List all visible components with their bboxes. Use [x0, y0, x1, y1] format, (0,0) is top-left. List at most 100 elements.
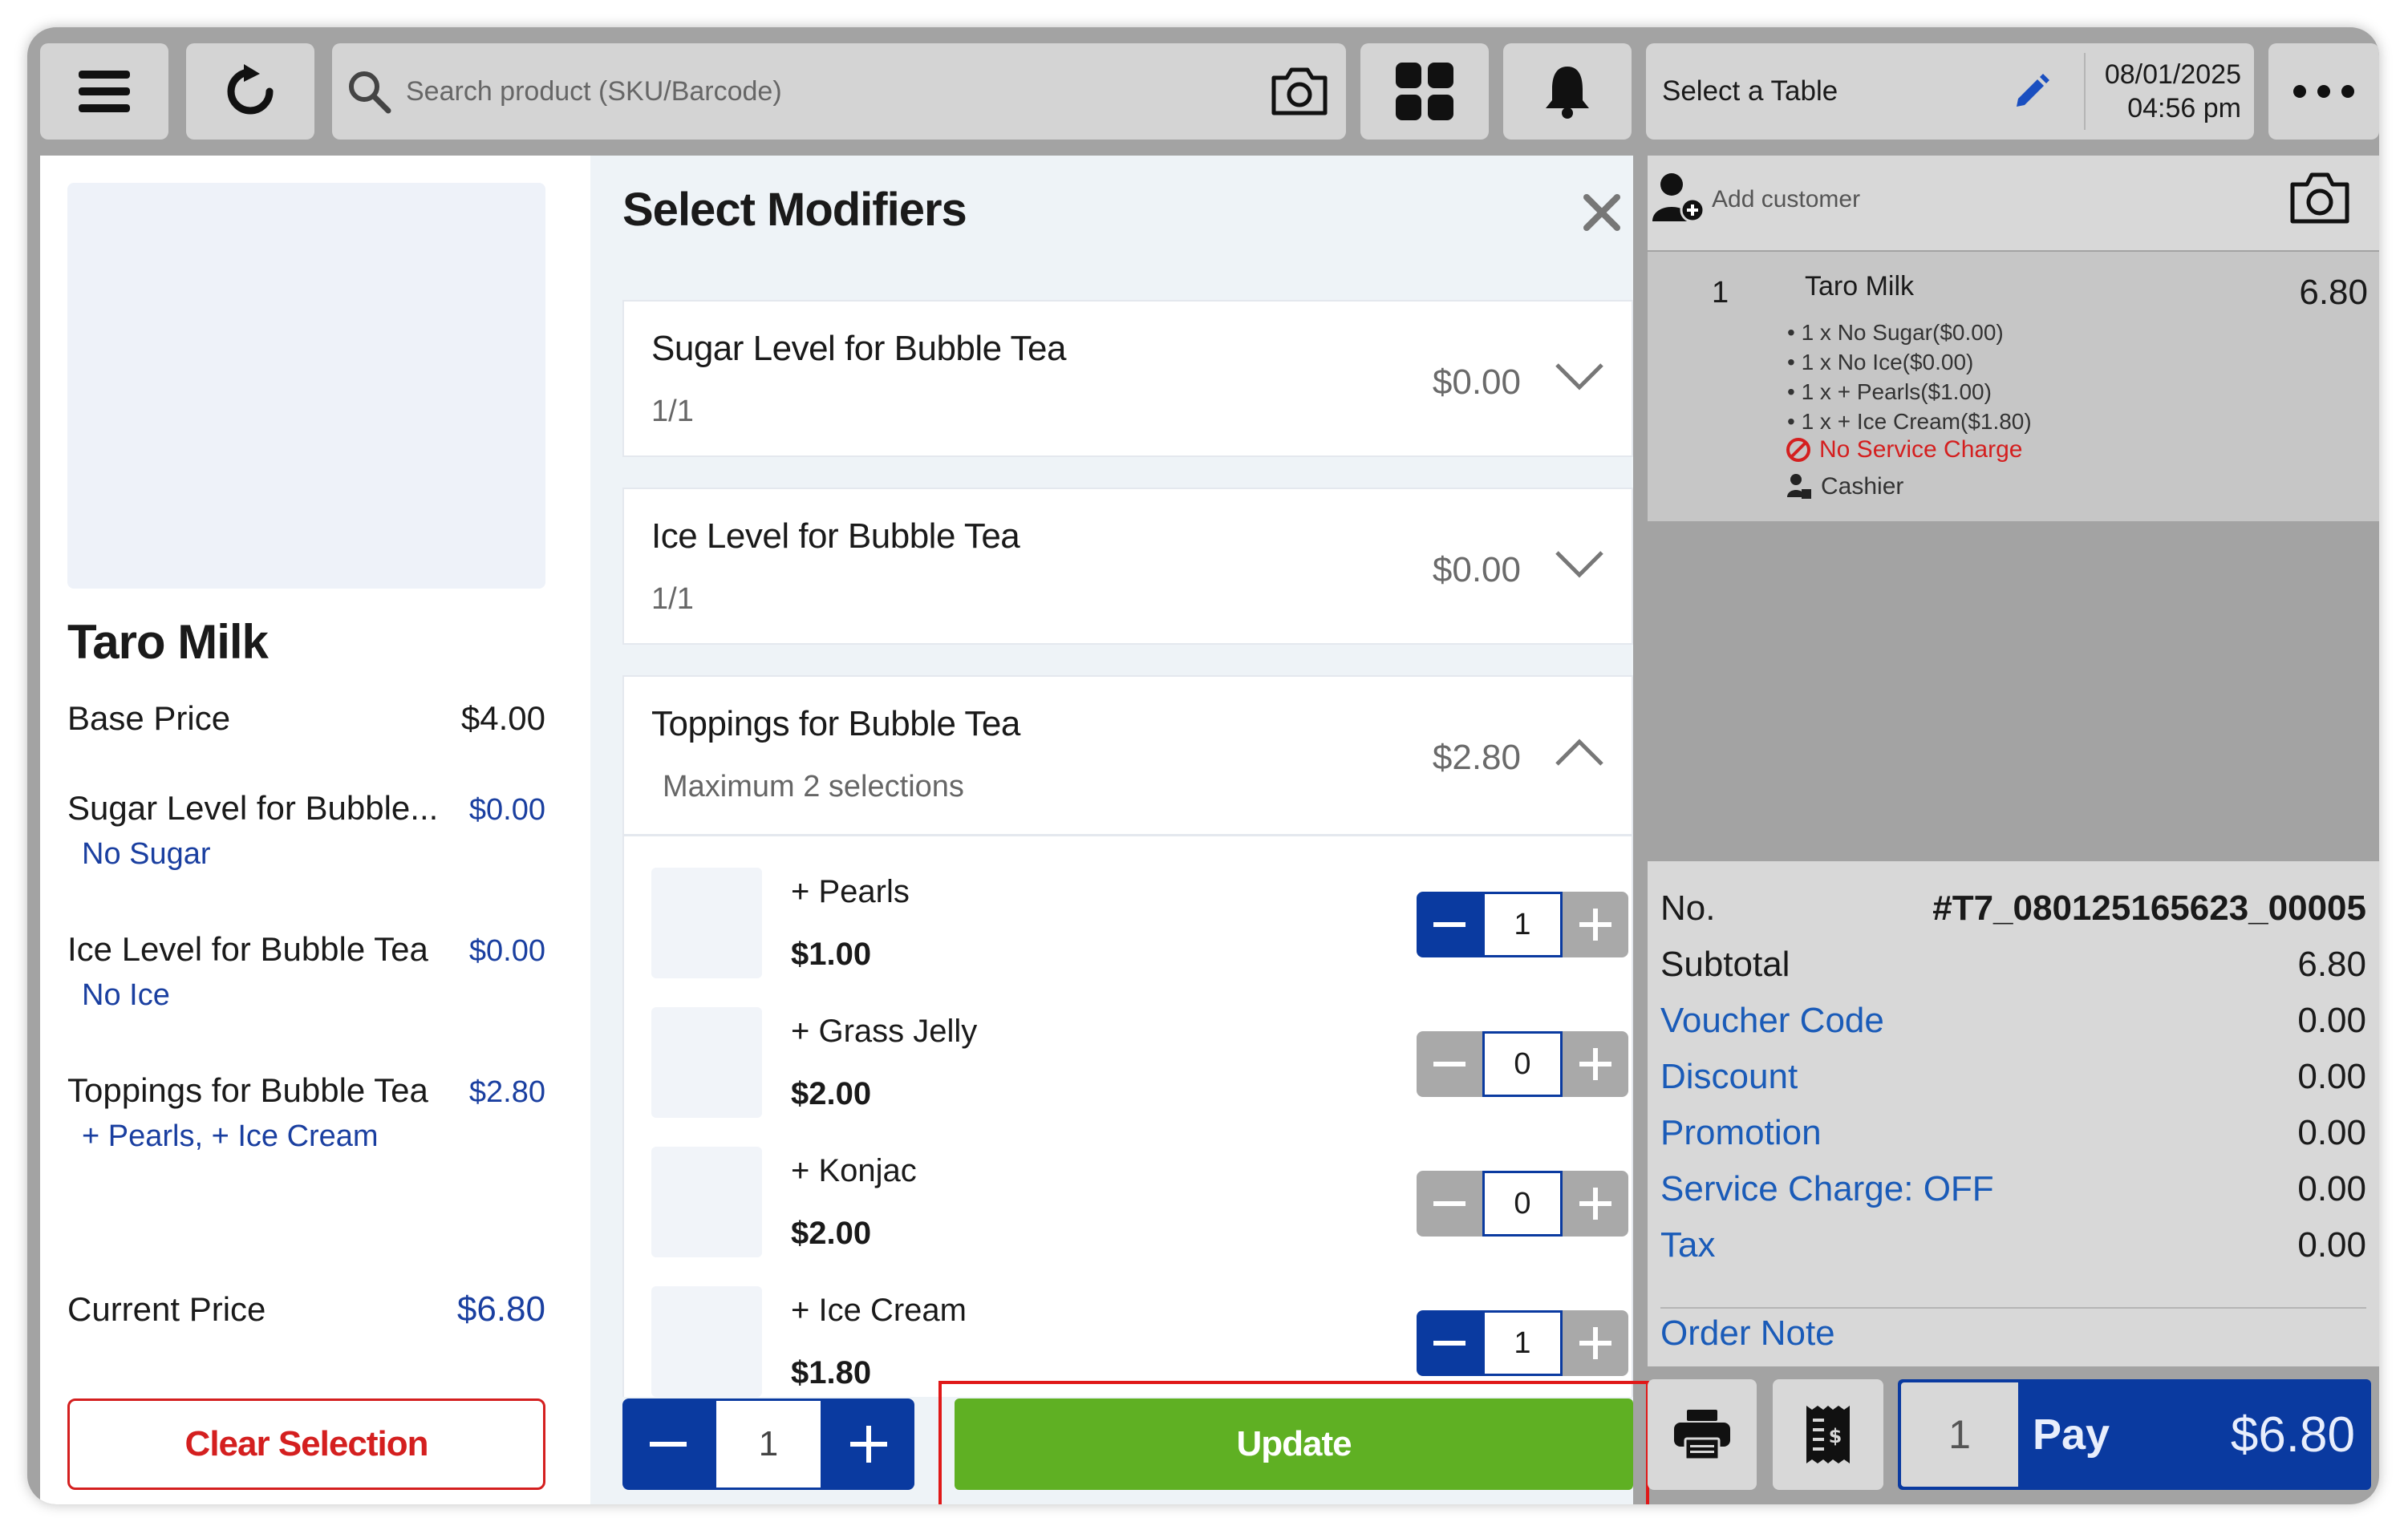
- item-qty: 1: [1712, 276, 1729, 310]
- toppings-list: + Pearls $1.00 1 + Grass Jelly $2.00 0 +…: [624, 837, 1632, 1398]
- increment-button[interactable]: [1563, 1310, 1628, 1376]
- more-dots-icon: [2293, 85, 2354, 98]
- topping-price: $2.00: [791, 1216, 872, 1251]
- topping-image: [651, 1007, 762, 1118]
- receipt-button[interactable]: $: [1773, 1379, 1883, 1490]
- base-price-row: Base Price $4.00: [67, 699, 545, 738]
- discount-link[interactable]: Discount: [1660, 1057, 1798, 1097]
- base-price-value: $4.00: [460, 699, 545, 737]
- close-icon[interactable]: [1583, 194, 1620, 231]
- grid-icon: [1396, 63, 1453, 120]
- printer-icon: [1674, 1410, 1730, 1461]
- quantity-field[interactable]: 1: [1482, 892, 1563, 957]
- summary-value: 0.00: [2297, 1057, 2366, 1096]
- current-price-row: Current Price $6.80: [67, 1289, 545, 1330]
- refresh-icon: [227, 64, 274, 115]
- chevron-down-icon[interactable]: [1555, 362, 1604, 391]
- item-modifiers: • 1 x No Sugar($0.00) • 1 x No Ice($0.00…: [1787, 318, 2032, 436]
- hamburger-menu-icon: [79, 71, 130, 112]
- group-price: $0.00: [468, 793, 545, 827]
- decrement-button[interactable]: [1417, 892, 1482, 957]
- group-row-toppings: Toppings for Bubble Tea $2.80: [67, 1071, 545, 1110]
- voucher-row: Voucher Code 0.00: [1660, 1001, 2366, 1041]
- item-amount: 6.80: [2299, 273, 2368, 312]
- quantity-field[interactable]: 0: [1482, 1031, 1563, 1097]
- order-note-row: Order Note: [1660, 1313, 2366, 1354]
- item-modifier: • 1 x No Ice($0.00): [1787, 350, 1974, 374]
- quantity-stepper: 0: [1417, 1171, 1628, 1237]
- chevron-up-icon[interactable]: [1555, 738, 1604, 767]
- item-quantity-field[interactable]: 1: [714, 1398, 823, 1490]
- edit-pencil-icon[interactable]: [2012, 71, 2052, 111]
- pay-button[interactable]: 1 Pay $6.80: [1898, 1379, 2371, 1490]
- increment-button[interactable]: [1563, 1171, 1628, 1237]
- plus-icon: [1579, 1327, 1611, 1359]
- order-note-link[interactable]: Order Note: [1660, 1313, 1835, 1354]
- group-selection: No Sugar: [82, 837, 211, 871]
- print-button[interactable]: [1648, 1379, 1757, 1490]
- summary-value: 0.00: [2297, 1001, 2366, 1040]
- more-options-button[interactable]: [2268, 43, 2379, 140]
- customer-bar[interactable]: Add customer: [1648, 156, 2379, 250]
- topping-price: $1.00: [791, 937, 872, 972]
- modifier-group-price: $0.00: [1432, 550, 1521, 589]
- search-bar[interactable]: Search product (SKU/Barcode): [332, 43, 1346, 140]
- camera-icon[interactable]: [2288, 172, 2352, 225]
- notifications-button[interactable]: [1503, 43, 1632, 140]
- promotion-link[interactable]: Promotion: [1660, 1113, 1822, 1153]
- tax-link[interactable]: Tax: [1660, 1225, 1715, 1265]
- pay-label: Pay: [2033, 1411, 2110, 1459]
- item-modifier: • 1 x + Pearls($1.00): [1787, 379, 1992, 404]
- group-selection: No Ice: [82, 978, 170, 1012]
- quantity-field[interactable]: 1: [1482, 1310, 1563, 1376]
- datetime: 08/01/2025 04:56 pm: [2086, 58, 2254, 125]
- topping-price: $2.00: [791, 1076, 872, 1111]
- increment-button[interactable]: [1563, 892, 1628, 957]
- clear-selection-button[interactable]: Clear Selection: [67, 1398, 545, 1490]
- modifier-group-toppings: Toppings for Bubble Tea Maximum 2 select…: [622, 675, 1633, 1397]
- table-label: Select a Table: [1662, 75, 1838, 107]
- divider: [624, 834, 1632, 836]
- divider: [1660, 1307, 2366, 1309]
- modifier-group-title: Ice Level for Bubble Tea: [651, 516, 1020, 556]
- topping-name: + Ice Cream: [791, 1293, 967, 1328]
- group-selection: + Pearls, + Ice Cream: [82, 1119, 379, 1153]
- table-selector[interactable]: Select a Table 08/01/2025 04:56 pm: [1646, 43, 2254, 140]
- decrement-button[interactable]: [1417, 1031, 1482, 1097]
- product-grid-button[interactable]: [1360, 43, 1489, 140]
- item-modifier: • 1 x + Ice Cream($1.80): [1787, 409, 2032, 434]
- increment-button[interactable]: [823, 1398, 914, 1490]
- decrement-button[interactable]: [1417, 1310, 1482, 1376]
- group-price: $0.00: [468, 934, 545, 968]
- service-charge-link[interactable]: Service Charge: OFF: [1660, 1169, 1994, 1209]
- add-customer-label: Add customer: [1712, 186, 1861, 212]
- modifier-group-count: 1/1: [651, 582, 694, 616]
- bell-icon: [1546, 67, 1589, 119]
- voucher-code-link[interactable]: Voucher Code: [1660, 1001, 1884, 1041]
- no-entry-icon: [1786, 438, 1810, 462]
- menu-button[interactable]: [40, 43, 168, 140]
- service-charge-status: No Service Charge: [1786, 436, 2022, 463]
- increment-button[interactable]: [1563, 1031, 1628, 1097]
- decrement-button[interactable]: [1417, 1171, 1482, 1237]
- search-input[interactable]: Search product (SKU/Barcode): [406, 76, 1269, 107]
- refresh-button[interactable]: [186, 43, 314, 140]
- quantity-field[interactable]: 0: [1482, 1171, 1563, 1237]
- item-quantity-stepper: 1: [622, 1398, 914, 1490]
- topping-image: [651, 1286, 762, 1397]
- modifier-group-price: $0.00: [1432, 362, 1521, 402]
- decrement-button[interactable]: [622, 1398, 714, 1490]
- modifier-group-sugar[interactable]: Sugar Level for Bubble Tea 1/1 $0.00: [622, 300, 1633, 457]
- order-line-item[interactable]: 1 Taro Milk 6.80 • 1 x No Sugar($0.00) •…: [1648, 252, 2379, 521]
- topping-price: $1.80: [791, 1355, 872, 1390]
- modifier-group-title[interactable]: Toppings for Bubble Tea: [651, 704, 1020, 744]
- camera-scan-icon[interactable]: [1269, 67, 1330, 116]
- service-charge-text: No Service Charge: [1819, 436, 2023, 463]
- modifier-group-title: Sugar Level for Bubble Tea: [651, 329, 1067, 368]
- modifier-modal: Taro Milk Base Price $4.00 Sugar Level f…: [40, 156, 1649, 1504]
- chevron-down-icon[interactable]: [1555, 550, 1604, 579]
- current-price-value: $6.80: [456, 1289, 545, 1329]
- item-name: Taro Milk: [1805, 271, 1915, 302]
- modifier-group-ice[interactable]: Ice Level for Bubble Tea 1/1 $0.00: [622, 488, 1633, 645]
- list-item: + Pearls $1.00 1: [651, 868, 1630, 988]
